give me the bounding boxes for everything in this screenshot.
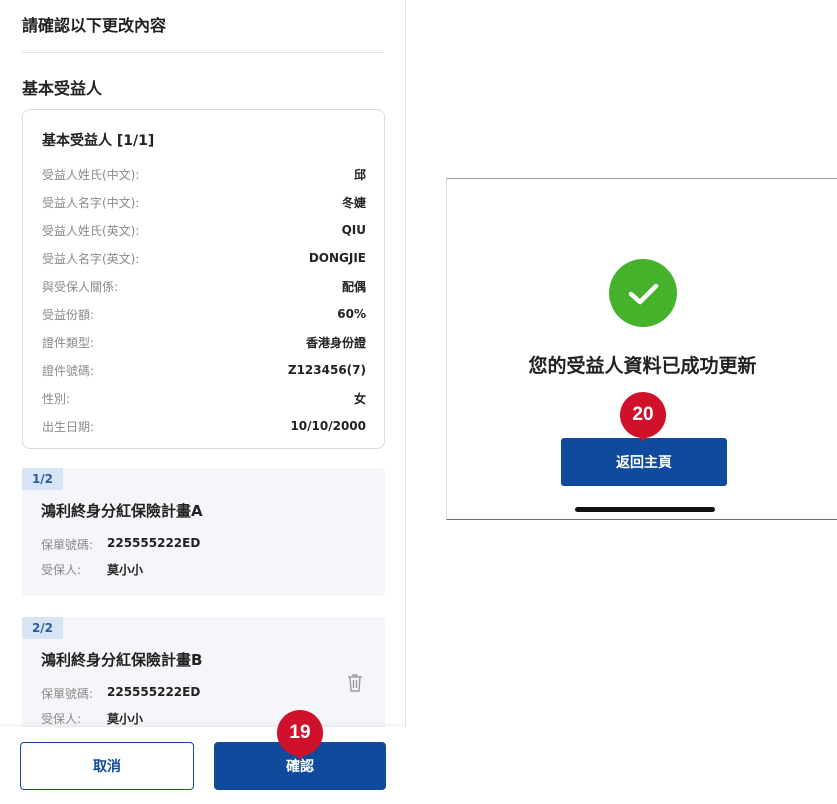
home-indicator: [575, 507, 715, 512]
detail-label: 受益份額:: [42, 307, 95, 322]
header-divider: [22, 52, 384, 53]
insured-name: 莫小小: [107, 712, 144, 726]
success-message: 您的受益人資料已成功更新: [528, 355, 757, 377]
beneficiary-card: 基本受益人 [1/1] 受益人姓氏(中文): 邱 受益人名字(中文): 冬婕 受益人…: [22, 109, 385, 449]
insured-label: 受保人:: [41, 712, 82, 726]
policy-number: 225555222ED: [107, 685, 201, 699]
cancel-button[interactable]: 取消: [20, 742, 194, 790]
detail-value: 60%: [337, 307, 366, 321]
detail-value: QIU: [341, 223, 366, 237]
detail-label: 受益人名字(英文):: [42, 251, 140, 266]
policy-number: 225555222ED: [107, 536, 201, 550]
update-success-screen: 您的受益人資料已成功更新 返回主頁: [446, 178, 837, 520]
detail-row-id-number: 證件號碼: Z123456(7): [42, 356, 366, 384]
detail-label: 受益人姓氏(中文):: [42, 167, 140, 182]
detail-value: 冬婕: [341, 195, 366, 210]
detail-label: 證件類型:: [42, 335, 95, 350]
policy-number-label: 保單號碼:: [41, 687, 94, 701]
detail-row-surname-en: 受益人姓氏(英文): QIU: [42, 216, 366, 244]
step-marker-pointer: [293, 750, 307, 760]
detail-row-birth-date: 出生日期: 10/10/2000: [42, 412, 366, 440]
detail-label: 與受保人關係:: [42, 279, 119, 294]
detail-row-share: 受益份額: 60%: [42, 300, 366, 328]
policy-name: 鴻利終身分紅保險計畫A: [41, 502, 203, 520]
detail-value: DONGJIE: [308, 251, 366, 265]
beneficiary-card-title: 基本受益人 [1/1]: [42, 133, 155, 149]
action-bar: 取消 確認: [0, 727, 406, 804]
confirm-changes-screen: 請確認以下更改內容 基本受益人 基本受益人 [1/1] 受益人姓氏(中文): 邱 …: [0, 0, 406, 804]
policy-index-badge: 1/2: [22, 468, 63, 490]
step-marker-pointer: [636, 432, 650, 442]
policy-card: 2/2 鴻利終身分紅保險計畫B 保單號碼: 225555222ED 受保人: 莫小小: [22, 617, 385, 737]
screen-edge: [405, 0, 406, 804]
insured-name: 莫小小: [107, 563, 144, 577]
insured-line: 受保人: 莫小小: [41, 710, 143, 727]
beneficiary-details: 受益人姓氏(中文): 邱 受益人名字(中文): 冬婕 受益人姓氏(英文): QIU 受…: [42, 160, 366, 440]
detail-value: 邱: [353, 167, 366, 182]
policy-number-label: 保單號碼:: [41, 538, 94, 552]
detail-value: 女: [353, 391, 366, 406]
trash-icon[interactable]: [345, 672, 365, 694]
check-icon: [609, 259, 677, 327]
detail-value: Z123456(7): [287, 363, 366, 377]
detail-label: 受益人名字(中文):: [42, 195, 140, 210]
detail-row-given-name-en: 受益人名字(英文): DONGJIE: [42, 244, 366, 272]
detail-value: 配偶: [341, 279, 366, 294]
detail-value: 10/10/2000: [290, 419, 366, 433]
back-home-button[interactable]: 返回主頁: [561, 438, 727, 486]
detail-row-id-type: 證件類型: 香港身份證: [42, 328, 366, 356]
policy-card: 1/2 鴻利終身分紅保險計畫A 保單號碼: 225555222ED 受保人: 莫小小: [22, 468, 385, 596]
detail-row-relationship: 與受保人關係: 配偶: [42, 272, 366, 300]
detail-label: 出生日期:: [42, 419, 95, 434]
detail-label: 證件號碼:: [42, 363, 95, 378]
policy-index-badge: 2/2: [22, 617, 63, 639]
step-marker: 19: [277, 710, 323, 762]
section-title: 基本受益人: [22, 79, 103, 98]
step-marker: 20: [620, 392, 666, 444]
detail-value: 香港身份證: [305, 335, 366, 350]
detail-row-given-name-zh: 受益人名字(中文): 冬婕: [42, 188, 366, 216]
detail-label: 受益人姓氏(英文):: [42, 223, 140, 238]
detail-row-gender: 性別: 女: [42, 384, 366, 412]
insured-label: 受保人:: [41, 563, 82, 577]
insured-line: 受保人: 莫小小: [41, 561, 143, 578]
policy-number-line: 保單號碼: 225555222ED: [41, 536, 200, 553]
policy-name: 鴻利終身分紅保險計畫B: [41, 651, 203, 669]
detail-label: 性別:: [42, 391, 71, 406]
policy-number-line: 保單號碼: 225555222ED: [41, 685, 200, 702]
page-title: 請確認以下更改內容: [22, 16, 167, 35]
detail-row-surname-zh: 受益人姓氏(中文): 邱: [42, 160, 366, 188]
